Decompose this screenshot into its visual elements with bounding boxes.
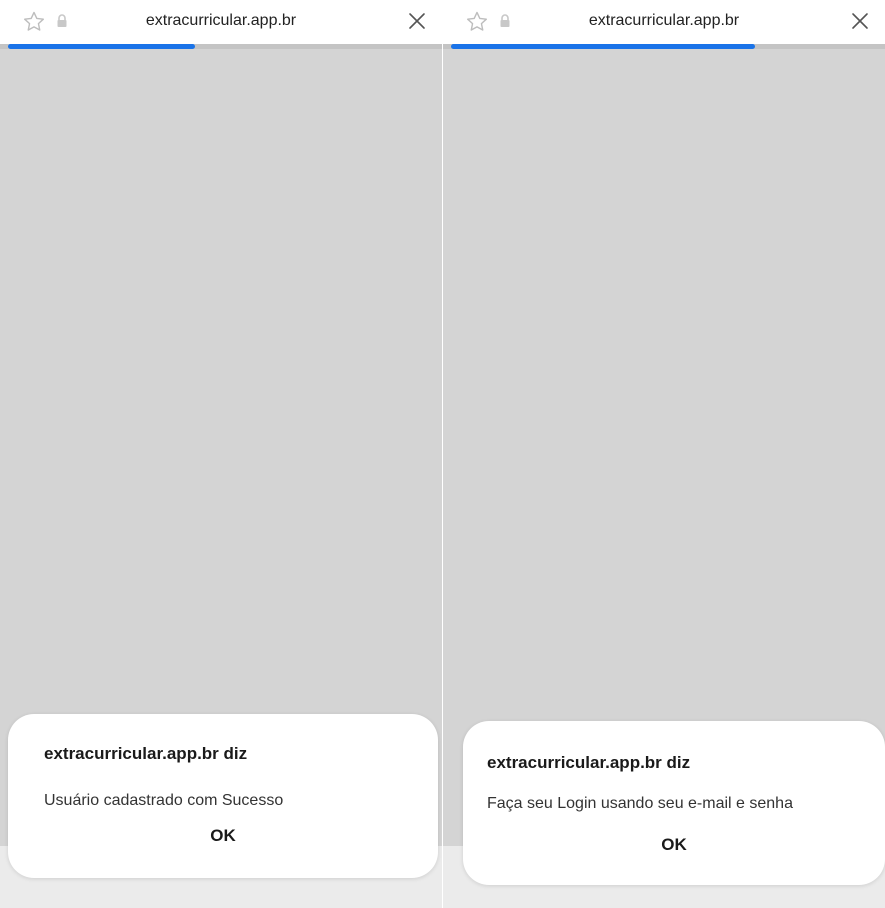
- dialog-message: Usuário cadastrado com Sucesso: [44, 792, 284, 809]
- url-bar[interactable]: extracurricular.app.br: [0, 0, 442, 46]
- url-domain[interactable]: extracurricular.app.br: [0, 12, 442, 30]
- screen-right: extracurricular.app.br extracurricular.a…: [443, 0, 885, 908]
- close-icon[interactable]: [849, 10, 871, 32]
- url-bar[interactable]: extracurricular.app.br: [443, 0, 885, 46]
- ok-button[interactable]: OK: [8, 826, 438, 846]
- progress-bar: [451, 44, 755, 49]
- progress-bar: [8, 44, 195, 49]
- close-icon[interactable]: [406, 10, 428, 32]
- url-domain[interactable]: extracurricular.app.br: [443, 12, 885, 30]
- screen-left: extracurricular.app.br extracurricular.a…: [0, 0, 442, 908]
- dialog-message: Faça seu Login usando seu e-mail e senha: [487, 795, 793, 812]
- ok-button[interactable]: OK: [463, 835, 885, 855]
- dialog-title: extracurricular.app.br diz: [44, 744, 248, 763]
- alert-dialog: extracurricular.app.br diz Usuário cadas…: [8, 714, 438, 878]
- dialog-title: extracurricular.app.br diz: [487, 753, 691, 772]
- alert-dialog: extracurricular.app.br diz Faça seu Logi…: [463, 721, 885, 885]
